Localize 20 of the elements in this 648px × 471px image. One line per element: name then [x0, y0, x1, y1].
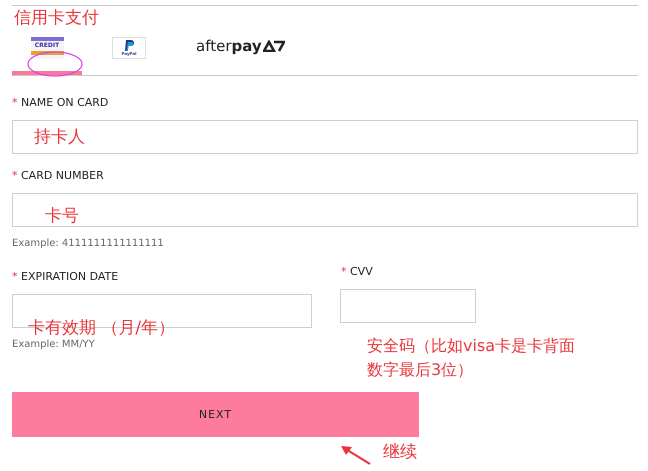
annotation-text: 持卡人 — [34, 126, 85, 148]
next-button[interactable]: NEXT — [12, 392, 419, 437]
input-field[interactable] — [12, 193, 638, 227]
annotation-arrow — [340, 444, 372, 466]
field-hint: Example: MM/YY — [12, 339, 95, 351]
input-field[interactable] — [12, 120, 638, 154]
field-label: * EXPIRATION DATE — [12, 270, 118, 284]
field-label: * CVV — [341, 265, 373, 279]
input-field[interactable] — [340, 289, 476, 323]
afterpay-logo: afterpay — [196, 36, 285, 56]
payment-tab[interactable]: afterpay — [196, 35, 285, 75]
annotation-text: 卡有效期 （月/年） — [28, 317, 176, 339]
annotation-text: 信用卡支付 — [14, 7, 99, 29]
annotation-text: 继续 — [383, 441, 417, 463]
field-hint: Example: 4111111111111111 — [12, 238, 164, 250]
annotation-circle — [27, 51, 83, 77]
field-label: * NAME ON CARD — [12, 96, 108, 110]
annotation-text: 卡号 — [45, 205, 79, 227]
annotation-text: 安全码（比如visa卡是卡背面 数字最后3位） — [367, 335, 576, 381]
field-label: * CARD NUMBER — [12, 169, 104, 183]
